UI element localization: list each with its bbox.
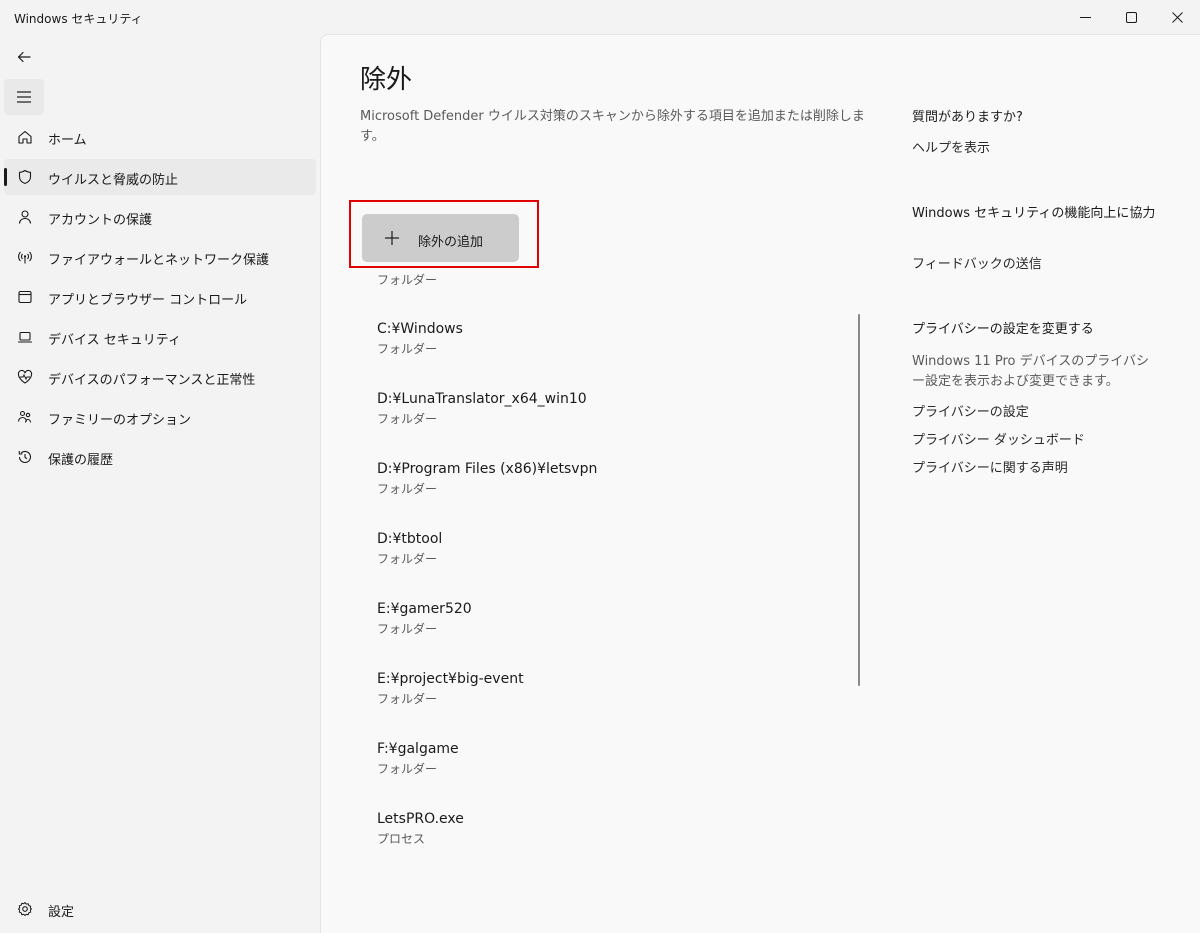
history-icon xyxy=(16,448,34,466)
maximize-button[interactable] xyxy=(1108,0,1154,34)
exclusion-path: F:¥galgame xyxy=(377,741,459,757)
exclusion-type: フォルダー xyxy=(377,552,438,566)
sidebar-item-label: ホーム xyxy=(48,133,87,148)
exclusion-path: D:¥tbtool xyxy=(377,531,443,547)
scrollbar[interactable] xyxy=(858,314,860,686)
minimize-icon xyxy=(1079,16,1091,18)
sidebar-item-account-protection[interactable]: アカウントの保護 xyxy=(4,199,316,235)
gear-icon xyxy=(16,900,34,918)
exclusion-type: フォルダー xyxy=(377,622,438,636)
selection-indicator xyxy=(4,168,7,186)
sidebar-item-label: ファイアウォールとネットワーク保護 xyxy=(48,253,270,268)
exclusion-path: D:¥Program Files (x86)¥letsvpn xyxy=(377,461,598,477)
sidebar-item-device-performance[interactable]: デバイスのパフォーマンスと正常性 xyxy=(4,359,316,395)
exclusion-type: フォルダー xyxy=(377,482,438,496)
privacy-statement-link[interactable]: プライバシーに関する声明 xyxy=(912,457,1068,476)
exclusion-item[interactable]: E:¥gamer520 フォルダー xyxy=(377,601,837,637)
close-icon xyxy=(1171,11,1183,23)
sidebar-item-family-options[interactable]: ファミリーのオプション xyxy=(4,399,316,435)
main-content: 除外 Microsoft Defender ウイルス対策のスキャンから除外する項… xyxy=(320,34,1200,933)
privacy-settings-link[interactable]: プライバシーの設定 xyxy=(912,401,1029,420)
heart-pulse-icon xyxy=(16,368,34,386)
title-bar: Windows セキュリティ xyxy=(0,0,1200,34)
exclusion-type: フォルダー xyxy=(377,762,438,776)
exclusion-item[interactable]: F:¥galgame フォルダー xyxy=(377,741,837,777)
exclusion-type: フォルダー xyxy=(377,342,438,356)
minimize-button[interactable] xyxy=(1062,0,1108,34)
close-button[interactable] xyxy=(1154,0,1200,34)
help-link[interactable]: ヘルプを表示 xyxy=(912,137,990,156)
wifi-signal-icon xyxy=(16,248,34,266)
sidebar-item-settings[interactable]: 設定 xyxy=(4,891,316,927)
shield-icon xyxy=(16,168,34,186)
back-arrow-icon xyxy=(17,51,31,63)
privacy-dashboard-link[interactable]: プライバシー ダッシュボード xyxy=(912,429,1085,448)
sidebar-item-label: デバイス セキュリティ xyxy=(48,333,181,348)
hamburger-menu-button[interactable] xyxy=(4,79,44,115)
exclusion-item[interactable]: E:¥project¥big-event フォルダー xyxy=(377,671,837,707)
sidebar-item-label: 設定 xyxy=(48,905,75,920)
privacy-heading: プライバシーの設定を変更する xyxy=(912,322,1094,337)
app-title: Windows セキュリティ xyxy=(14,12,143,26)
page-description: Microsoft Defender ウイルス対策のスキャンから除外する項目を追… xyxy=(360,109,865,144)
sidebar: ホーム ウイルスと脅威の防止 アカウントの保護 ファイアウォールとネットワーク保… xyxy=(0,34,320,933)
home-icon xyxy=(16,128,34,146)
page-title: 除外 xyxy=(360,65,413,95)
privacy-description: Windows 11 Pro デバイスのプライバシー設定を表示および変更できます… xyxy=(912,354,1149,389)
sidebar-item-protection-history[interactable]: 保護の履歴 xyxy=(4,439,316,475)
feedback-heading: Windows セキュリティの機能向上に協力 xyxy=(912,206,1156,221)
add-exclusion-button[interactable]: 除外の追加 xyxy=(362,214,519,262)
exclusion-path: C:¥Windows xyxy=(377,321,463,337)
help-heading: 質問がありますか? xyxy=(912,110,1023,125)
exclusion-path: E:¥project¥big-event xyxy=(377,671,524,687)
sidebar-item-label: ウイルスと脅威の防止 xyxy=(48,173,179,188)
sidebar-item-label: 保護の履歴 xyxy=(48,453,114,468)
exclusion-item[interactable]: C:¥Windows フォルダー xyxy=(377,321,837,357)
app-window-icon xyxy=(16,288,34,306)
exclusion-item[interactable]: D:¥tbtool フォルダー xyxy=(377,531,837,567)
exclusion-path: E:¥gamer520 xyxy=(377,601,472,617)
family-icon xyxy=(16,408,34,426)
exclusion-type: プロセス xyxy=(377,832,426,846)
exclusion-item[interactable]: D:¥LunaTranslator_x64_win10 フォルダー xyxy=(377,391,837,427)
sidebar-item-app-browser-control[interactable]: アプリとブラウザー コントロール xyxy=(4,279,316,315)
laptop-icon xyxy=(16,328,34,346)
sidebar-item-firewall[interactable]: ファイアウォールとネットワーク保護 xyxy=(4,239,316,275)
exclusion-path: LetsPRO.exe xyxy=(377,811,464,827)
add-exclusion-label: 除外の追加 xyxy=(418,235,484,250)
maximize-icon xyxy=(1125,11,1137,23)
person-icon xyxy=(16,208,34,226)
sidebar-item-label: ファミリーのオプション xyxy=(48,413,192,428)
exclusion-path: D:¥LunaTranslator_x64_win10 xyxy=(377,391,587,407)
feedback-link[interactable]: フィードバックの送信 xyxy=(912,253,1042,272)
exclusion-type: フォルダー xyxy=(377,692,438,706)
back-button[interactable] xyxy=(8,44,40,70)
sidebar-item-label: アカウントの保護 xyxy=(48,213,153,228)
sidebar-item-device-security[interactable]: デバイス セキュリティ xyxy=(4,319,316,355)
exclusion-type: フォルダー xyxy=(377,273,438,287)
sidebar-item-virus-threat-protection[interactable]: ウイルスと脅威の防止 xyxy=(4,159,316,195)
exclusion-item[interactable]: D:¥Program Files (x86)¥letsvpn フォルダー xyxy=(377,461,837,497)
sidebar-item-home[interactable]: ホーム xyxy=(4,119,316,155)
plus-icon xyxy=(385,231,399,245)
sidebar-item-label: アプリとブラウザー コントロール xyxy=(48,293,248,308)
sidebar-item-label: デバイスのパフォーマンスと正常性 xyxy=(48,373,256,388)
exclusion-item[interactable]: LetsPRO.exe プロセス xyxy=(377,811,837,847)
hamburger-icon xyxy=(17,91,31,103)
exclusion-type: フォルダー xyxy=(377,412,438,426)
